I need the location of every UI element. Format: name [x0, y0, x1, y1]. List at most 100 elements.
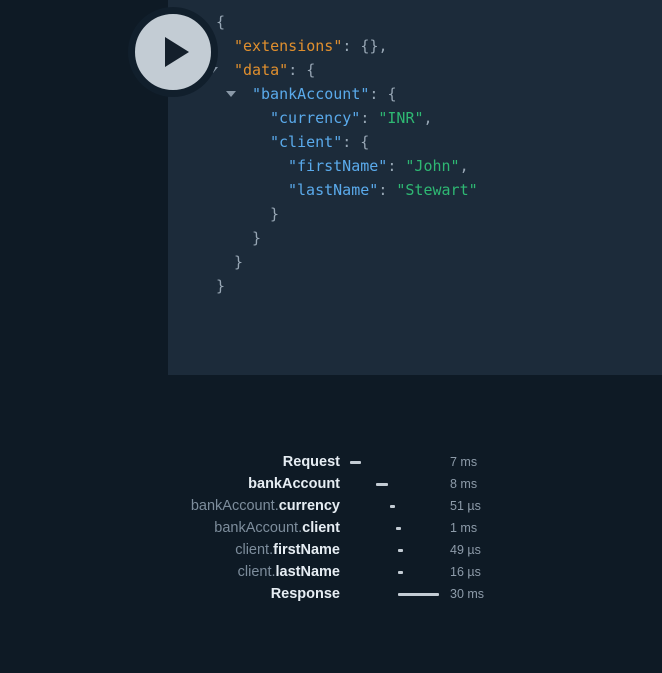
- trace-label-name: firstName: [273, 542, 340, 558]
- trace-duration-value: 8 ms: [450, 477, 478, 491]
- trace-duration-value: 49 µs: [450, 543, 481, 557]
- trace-row-label: client.firstName: [168, 542, 340, 558]
- json-token: : {},: [342, 37, 388, 55]
- json-line-text: }: [270, 202, 279, 226]
- trace-duration-value: 1 ms: [450, 521, 478, 535]
- json-token: "extensions": [234, 37, 343, 55]
- json-token: }: [216, 277, 226, 295]
- json-line: "client": {: [168, 130, 662, 154]
- trace-label-name: Request: [282, 454, 340, 470]
- json-token: }: [270, 205, 280, 223]
- json-token: ,: [423, 109, 433, 127]
- trace-row-label: Request: [168, 454, 340, 470]
- trace-label-prefix: client.: [235, 542, 274, 558]
- trace-duration-bar: [398, 571, 403, 574]
- json-viewer[interactable]: {"extensions": {}, "data": {"bankAccount"…: [168, 10, 662, 298]
- play-icon: [165, 37, 189, 67]
- json-line: "currency": "INR",: [168, 106, 662, 130]
- trace-bar-cell: [340, 451, 450, 473]
- trace-label-name: bankAccount: [248, 476, 340, 492]
- json-line-text: "data": {: [234, 58, 315, 82]
- trace-row[interactable]: bankAccount.currency 51 µs: [168, 495, 662, 517]
- json-line-text: "lastName": "Stewart": [288, 178, 478, 202]
- json-token: "lastName": [288, 181, 379, 199]
- trace-bar-cell: [340, 473, 450, 495]
- trace-row[interactable]: Request 7 ms: [168, 451, 662, 473]
- trace-row-label: bankAccount.currency: [168, 498, 340, 514]
- json-token: "currency": [270, 109, 361, 127]
- json-line: "bankAccount": {: [168, 82, 662, 106]
- trace-duration-value: 30 ms: [450, 587, 485, 601]
- left-gutter: [0, 0, 168, 673]
- run-query-button[interactable]: [128, 7, 218, 97]
- json-token: "firstName": [288, 157, 388, 175]
- json-line-text: "currency": "INR",: [270, 106, 433, 130]
- json-token: "John": [405, 157, 460, 175]
- trace-row-label: bankAccount: [168, 476, 340, 492]
- json-line-text: "bankAccount": {: [252, 82, 397, 106]
- trace-row[interactable]: bankAccount.client 1 ms: [168, 517, 662, 539]
- json-line: }: [168, 202, 662, 226]
- trace-bar-cell: [340, 539, 450, 561]
- trace-row-label: client.lastName: [168, 564, 340, 580]
- json-line-text: }: [252, 226, 261, 250]
- trace-label-prefix: client.: [237, 564, 276, 580]
- json-token: }: [252, 229, 262, 247]
- json-line: }: [168, 226, 662, 250]
- trace-duration-bar: [350, 461, 361, 464]
- trace-row[interactable]: client.firstName 49 µs: [168, 539, 662, 561]
- json-token: "bankAccount": [252, 85, 370, 103]
- trace-bar-cell: [340, 561, 450, 583]
- json-token: :: [378, 181, 397, 199]
- json-line: }: [168, 274, 662, 298]
- trace-duration-value: 16 µs: [450, 565, 481, 579]
- json-line-text: "firstName": "John",: [288, 154, 469, 178]
- trace-duration-value: 51 µs: [450, 499, 481, 513]
- json-token: : {: [288, 61, 316, 79]
- trace-row-label: Response: [168, 586, 340, 602]
- json-line-text: "client": {: [270, 130, 369, 154]
- trace-row-list: Request 7 ms bankAccount 8 ms bankAccount.cu…: [168, 451, 662, 605]
- trace-row[interactable]: client.lastName 16 µs: [168, 561, 662, 583]
- trace-label-name: Response: [270, 586, 340, 602]
- json-line: {: [168, 10, 662, 34]
- trace-row-label: bankAccount.client: [168, 520, 340, 536]
- json-token: : {: [369, 85, 397, 103]
- trace-duration-bar: [376, 483, 388, 486]
- trace-bar-cell: [340, 495, 450, 517]
- trace-row[interactable]: bankAccount 8 ms: [168, 473, 662, 495]
- json-token: "Stewart": [396, 181, 478, 199]
- trace-duration-bar: [398, 549, 403, 552]
- json-token: :: [360, 109, 379, 127]
- json-token: }: [234, 253, 244, 271]
- json-line: }: [168, 250, 662, 274]
- trace-label-name: currency: [278, 498, 340, 514]
- trace-label-name: lastName: [275, 564, 340, 580]
- response-result-panel: {"extensions": {}, "data": {"bankAccount"…: [168, 0, 662, 375]
- json-token: "INR": [378, 109, 424, 127]
- chevron-down-icon[interactable]: [226, 91, 236, 97]
- trace-label-name: client: [302, 520, 340, 536]
- json-line: "firstName": "John",: [168, 154, 662, 178]
- json-line: "lastName": "Stewart": [168, 178, 662, 202]
- json-line-text: }: [234, 250, 243, 274]
- trace-duration-bar: [398, 593, 439, 596]
- trace-label-prefix: bankAccount.: [214, 520, 303, 536]
- json-line-text: "extensions": {},: [234, 34, 388, 58]
- json-token: "data": [234, 61, 289, 79]
- json-line: "data": {: [168, 58, 662, 82]
- trace-bar-cell: [340, 583, 450, 605]
- json-token: : {: [342, 133, 370, 151]
- json-line-text: }: [216, 274, 225, 298]
- trace-bar-cell: [340, 517, 450, 539]
- trace-duration-value: 7 ms: [450, 455, 478, 469]
- trace-duration-bar: [390, 505, 395, 508]
- json-token: "client": [270, 133, 343, 151]
- trace-timeline-panel: Request 7 ms bankAccount 8 ms bankAccount.cu…: [168, 375, 662, 673]
- trace-label-prefix: bankAccount.: [190, 498, 279, 514]
- json-token: ,: [459, 157, 469, 175]
- trace-row[interactable]: Response 30 ms: [168, 583, 662, 605]
- json-token: :: [387, 157, 406, 175]
- json-line: "extensions": {},: [168, 34, 662, 58]
- trace-duration-bar: [396, 527, 401, 530]
